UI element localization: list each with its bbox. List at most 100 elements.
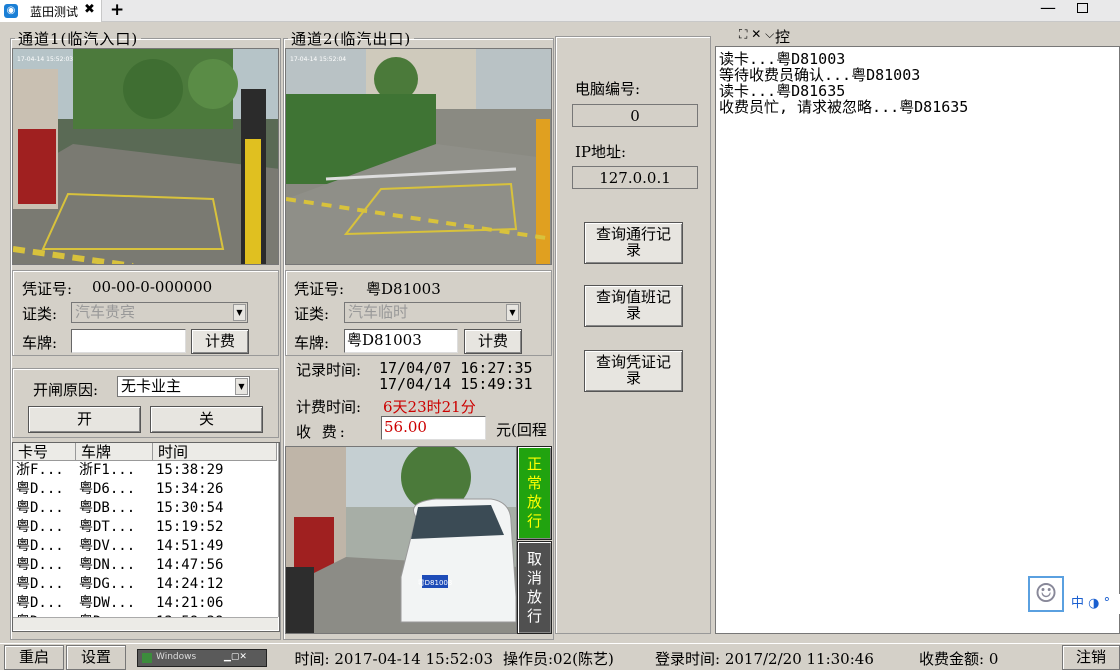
status-time: 时间: 2017-04-14 15:52:03 [294, 650, 493, 668]
taskbar-controls-icon[interactable]: ▁▢✕ [224, 652, 247, 662]
minimize-icon[interactable]: — [1040, 0, 1056, 17]
app-logo-icon: ◉ [4, 4, 18, 18]
channel1-voucher-value: 00-00-0-000000 [92, 278, 213, 296]
channel1-record-list[interactable]: 卡号 车牌 时间 浙F... 浙F1... 15:38:29 粤D... 粤D6... 1… [12, 442, 280, 632]
table-row[interactable]: 粤D... 粤DW... 14:21:06 [13, 594, 277, 613]
row-plate: 粤DV... [79, 538, 136, 554]
row-time: 14:51:49 [156, 538, 224, 554]
status-time-clip: 时间: 2017-04-14 15:52:03 [268, 648, 493, 668]
channel1-legend: 通道1(临汽入口) [18, 30, 139, 48]
channel1-close-button[interactable]: 关 [150, 406, 263, 433]
row-time: 14:24:12 [156, 576, 224, 592]
query-duty-records-button[interactable]: 查询值班记录 [584, 285, 683, 327]
table-row[interactable]: 粤D... 粤DN... 14:47:56 [13, 556, 277, 575]
table-row[interactable]: 粤D... 粤D6... 15:34:26 [13, 480, 277, 499]
channel1-open-button[interactable]: 开 [28, 406, 141, 433]
restart-button[interactable]: 重启 [4, 645, 64, 670]
log-header-icons[interactable]: ⛶ ✕ ⌵ [739, 27, 774, 42]
table-row[interactable]: 粤D... 粤DG... 14:24:12 [13, 575, 277, 594]
ip-label: IP地址: [575, 143, 627, 161]
row-card: 粤D... [16, 576, 64, 592]
row-plate: 粤DT... [79, 519, 136, 535]
row-plate: 粤D6... [79, 481, 136, 497]
record-time-label: 记录时间: [296, 361, 362, 379]
channel1-type-label: 证类: [22, 305, 58, 323]
row-card: 粤D... [16, 557, 64, 573]
table-row[interactable]: 粤D... 粤DT... 15:19:52 [13, 518, 277, 537]
row-card: 粤D... [16, 481, 64, 497]
row-card: 粤D... [16, 538, 64, 554]
channel1-plate-label: 车牌: [22, 334, 58, 352]
channel2-fee-button[interactable]: 计费 [464, 329, 522, 354]
col-time[interactable]: 时间 [153, 443, 277, 461]
event-log[interactable]: 读卡...粤D81003 等待收费员确认...粤D81003 读卡...粤D81… [715, 46, 1120, 634]
record-list-header: 卡号 车牌 时间 [13, 443, 277, 461]
settings-button[interactable]: 设置 [66, 645, 126, 670]
chevron-down-icon: ▼ [506, 304, 519, 321]
row-card: 粤D... [16, 500, 64, 516]
normal-release-button[interactable]: 正常放行 [517, 446, 552, 540]
table-row[interactable]: 浙F... 浙F1... 15:38:29 [13, 461, 277, 480]
charge-input[interactable]: 56.00 [381, 416, 486, 440]
ime-avatar-icon[interactable]: ☺ [1028, 576, 1064, 612]
fee-time-label: 计费时间: [296, 398, 362, 416]
chevron-down-icon: ▼ [235, 378, 248, 395]
taskbar-window[interactable]: Windows ▁▢✕ [137, 649, 267, 667]
charge-unit: 元(回程 [496, 421, 547, 439]
col-card[interactable]: 卡号 [13, 443, 76, 461]
taskbar-window-icon [142, 653, 152, 663]
channel2-camera: 17-04-14 15:52:04 [285, 48, 552, 265]
plate-photo-text: 粤D81003 [418, 578, 453, 587]
tab-title: 蓝田测试 [30, 5, 79, 19]
browser-tab[interactable]: ◉ 蓝田测试 ✖ [0, 0, 102, 22]
ime-indicator[interactable]: 中 ◑ ° [1068, 594, 1120, 614]
channel2-type-label: 证类: [294, 305, 330, 323]
chevron-down-icon: ▼ [233, 304, 246, 321]
row-card: 浙F... [16, 462, 64, 478]
row-plate: 粤DN... [79, 557, 136, 573]
tab-close-icon[interactable]: ✖ [84, 2, 95, 17]
log-line: 读卡...粤D81003 [719, 50, 846, 68]
channel2-type-select[interactable]: 汽车临时 ▼ [344, 302, 521, 323]
charge-label: 收 费: [296, 423, 348, 441]
channel1-camera: 17-04-14 15:52:03 [12, 48, 279, 265]
taskbar-label: Windows [156, 652, 197, 662]
channel2-plate-input[interactable]: 粤D81003 [344, 329, 458, 353]
cancel-release-button[interactable]: 取消放行 [517, 541, 552, 634]
channel1-voucher-label: 凭证号: [22, 280, 73, 298]
col-plate[interactable]: 车牌 [76, 443, 153, 461]
browser-titlebar [0, 0, 1120, 22]
channel2-cam-timestamp: 17-04-14 15:52:04 [290, 56, 346, 63]
pc-number-value: 0 [572, 104, 698, 127]
channel2-plate-label: 车牌: [294, 334, 330, 352]
channel1-plate-input[interactable] [71, 329, 186, 353]
status-fee-total: 收费金额: 0 [919, 650, 999, 668]
row-time: 14:21:06 [156, 595, 224, 611]
channel1-fee-button[interactable]: 计费 [191, 329, 249, 354]
channel2-legend: 通道2(临汽出口) [291, 30, 412, 48]
horizontal-scrollbar[interactable] [13, 617, 278, 630]
row-plate: 浙F1... [79, 462, 136, 478]
logout-button[interactable]: 注销 [1062, 645, 1120, 670]
ip-value: 127.0.0.1 [572, 166, 698, 189]
table-row[interactable]: 粤D... 粤DV... 14:51:49 [13, 537, 277, 556]
row-plate: 粤DW... [79, 595, 136, 611]
query-pass-records-button[interactable]: 查询通行记录 [584, 222, 683, 264]
row-time: 15:30:54 [156, 500, 224, 516]
new-tab-icon[interactable]: + [110, 0, 124, 20]
row-plate: 粤DG... [79, 576, 136, 592]
channel1-reason-label: 开闸原因: [33, 381, 99, 399]
vertical-scrollbar[interactable] [278, 443, 279, 617]
row-time: 15:19:52 [156, 519, 224, 535]
log-line: 读卡...粤D81635 [719, 82, 846, 100]
log-header: ⛶ ✕ ⌵ 控 [715, 26, 1120, 46]
row-time: 15:34:26 [156, 481, 224, 497]
channel1-type-select[interactable]: 汽车贵宾 ▼ [71, 302, 248, 323]
channel1-reason-select[interactable]: 无卡业主 ▼ [117, 376, 250, 397]
table-row[interactable]: 粤D... 粤DB... 15:30:54 [13, 499, 277, 518]
channel2-voucher-value: 粤D81003 [366, 280, 441, 298]
query-voucher-records-button[interactable]: 查询凭证记录 [584, 350, 683, 392]
pc-number-label: 电脑编号: [575, 80, 641, 98]
maximize-icon[interactable] [1077, 3, 1088, 13]
row-time: 15:38:29 [156, 462, 224, 478]
